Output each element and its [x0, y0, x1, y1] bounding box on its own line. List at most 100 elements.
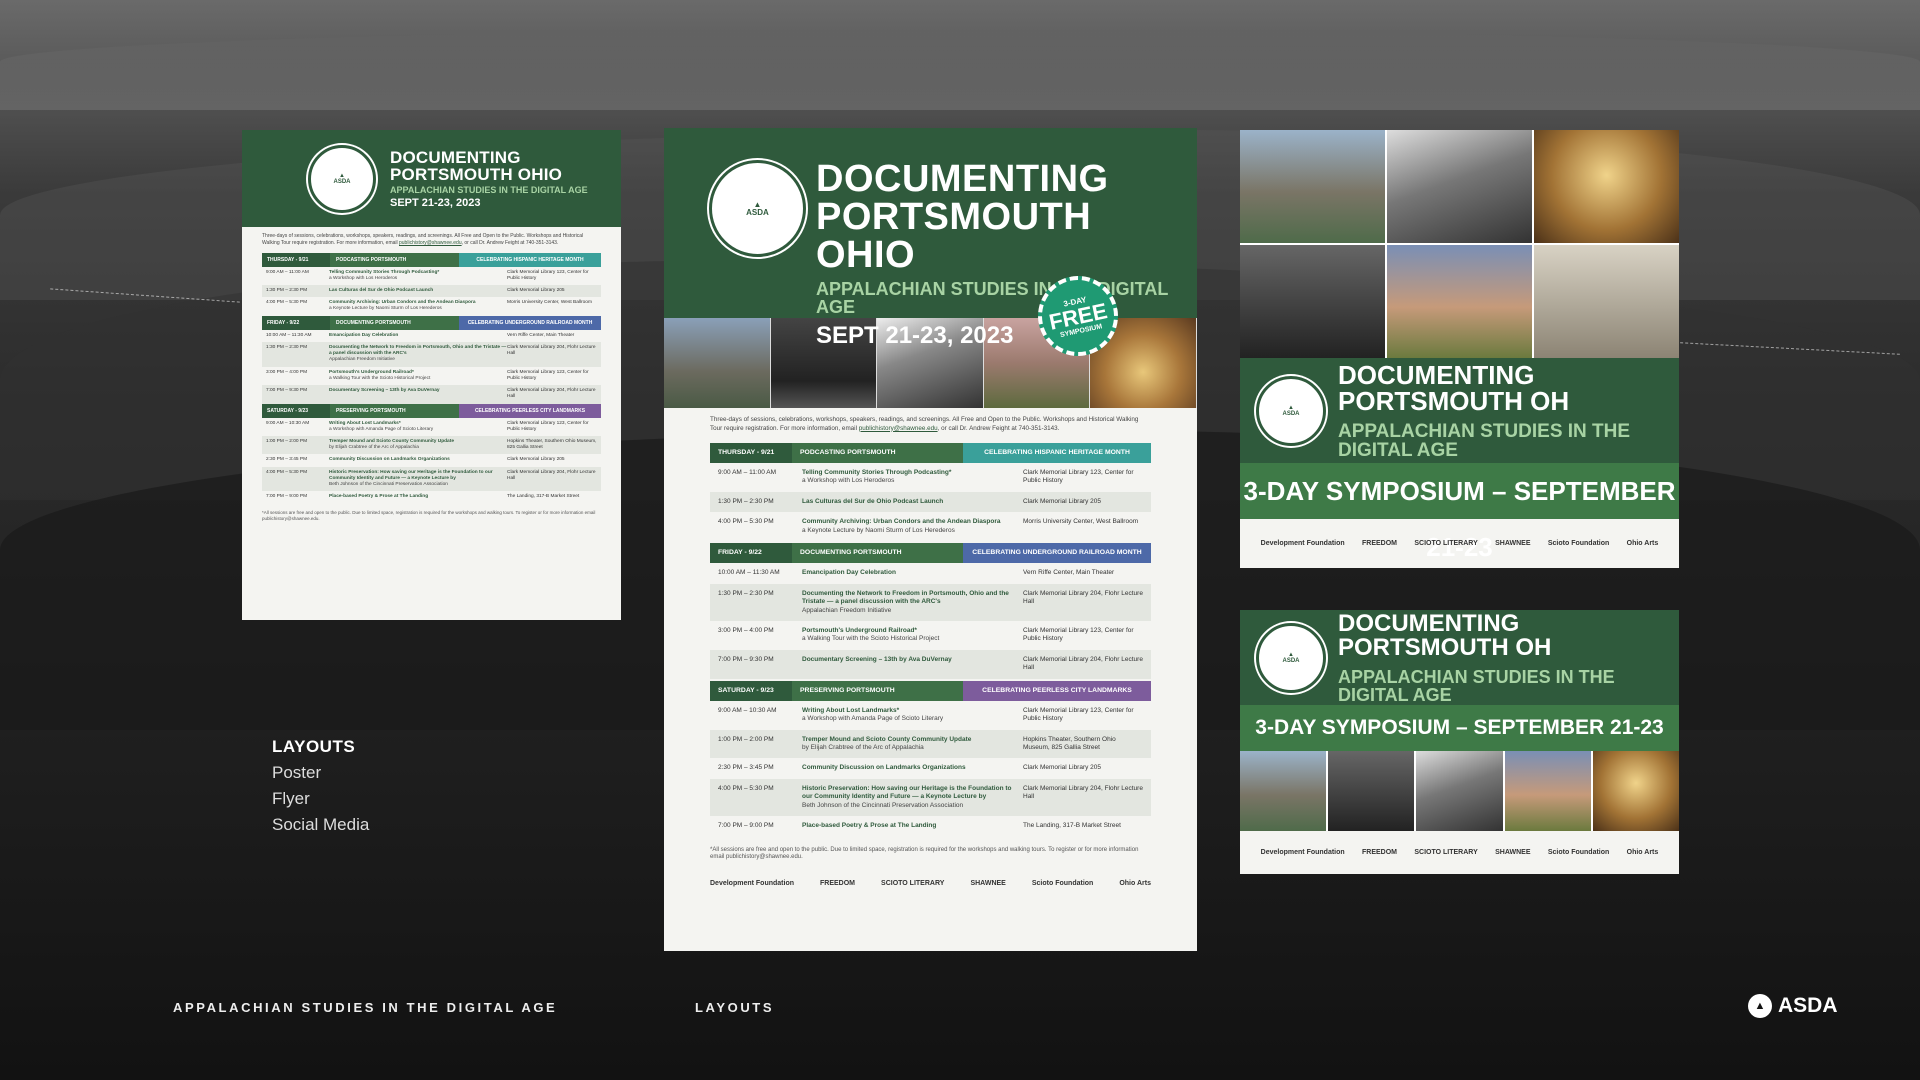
session-time: 9:00 AM – 11:00 AM: [718, 469, 777, 476]
session-time: 7:00 PM – 9:00 PM: [266, 494, 308, 500]
day-label: FRIDAY - 9/22: [710, 543, 792, 564]
session-location: Hopkins Theater, Southern Ohio Museum, 8…: [1023, 735, 1116, 751]
poster-dates: SEPT 21-23, 2023: [390, 196, 481, 209]
session-location: Clark Memorial Library 205: [1023, 497, 1102, 505]
session-row: 4:00 PM – 5:30 PM Historic Preservation: …: [710, 778, 1151, 817]
session-location: Morris University Center, West Ballroom: [507, 300, 592, 306]
photo-historic-group: [1328, 751, 1415, 831]
day-theme: PODCASTING PORTSMOUTH: [330, 252, 459, 267]
session-row: 1:30 PM – 2:30 PM Documenting the Network…: [262, 341, 601, 367]
session-title-block: Writing About Lost Landmarks* a Workshop …: [802, 707, 1023, 724]
session-title: Portsmouth's Underground Railroad*: [802, 626, 917, 634]
logo-freedom: FREEDOM: [1362, 540, 1398, 547]
session-location: Clark Memorial Library 204, Flohr Lectur…: [1023, 784, 1143, 801]
day-label: SATURDAY - 9/23: [262, 403, 330, 418]
day-label: THURSDAY - 9/21: [710, 443, 792, 463]
day-header-row: FRIDAY - 9/22 DOCUMENTING PORTSMOUTH CELEB…: [262, 315, 601, 330]
social-title: DOCUMENTING PORTSMOUTH OH: [1338, 609, 1552, 661]
session-time: 1:00 PM – 2:00 PM: [266, 439, 308, 445]
session-title-block: Documenting the Network to Freedom in Po…: [329, 345, 507, 364]
session-row: 9:00 AM – 11:00 AM Telling Community Stor…: [710, 463, 1151, 492]
session-row: 9:00 AM – 10:30 AM Writing About Lost Lan…: [262, 418, 601, 436]
logo-shawnee: SHAWNEE: [1495, 849, 1531, 856]
session-time: 4:00 PM – 5:30 PM: [266, 469, 308, 475]
flyer-dates: SEPT 21-23, 2023: [816, 322, 1014, 349]
session-title-block: Writing About Lost Landmarks* a Workshop …: [329, 421, 507, 433]
intro-email: publichistory@shawnee.edu: [858, 424, 938, 432]
logo-scioto-foundation: Scioto Foundation: [1547, 849, 1610, 856]
social-title: DOCUMENTING PORTSMOUTH OH: [1338, 359, 1570, 416]
session-time: 3:00 PM – 4:00 PM: [718, 626, 774, 634]
session-row: 9:00 AM – 10:30 AM Writing About Lost Lan…: [710, 701, 1151, 730]
session-row: 7:00 PM – 9:00 PM Place-based Poetry & Pr…: [710, 816, 1151, 836]
day-label: FRIDAY - 9/22: [262, 315, 330, 330]
logo-scioto-foundation: Scioto Foundation: [1547, 540, 1610, 547]
session-row: 1:00 PM – 2:00 PM Tremper Mound and Sciot…: [710, 729, 1151, 759]
photo-dome-ceiling: [1592, 751, 1680, 831]
day-header-row: SATURDAY - 9/23 PRESERVING PORTSMOUTH CELE…: [262, 403, 601, 418]
session-title: Community Discussion on Landmarks Organi…: [329, 457, 450, 463]
session-title-block: Emancipation Day Celebration: [802, 569, 1023, 577]
session-subtitle: Beth Johnson of the Cincinnati Preservat…: [329, 482, 448, 488]
session-subtitle: a Keynote Lecture by Naomi Sturm of Los …: [802, 526, 955, 534]
flyer-schedule: THURSDAY - 9/21 PODCASTING PORTSMOUTH CELE…: [664, 443, 1197, 837]
logo-development-foundation: Development Foundation: [1260, 849, 1345, 856]
session-row: 2:30 PM – 3:45 PM Community Discussion on…: [710, 758, 1151, 778]
logo-scioto-literary: SCIOTO LITERARY: [1414, 540, 1478, 547]
day-header-row: FRIDAY - 9/22 DOCUMENTING PORTSMOUTH CELEB…: [710, 543, 1151, 564]
session-time: 9:00 AM – 11:00 AM: [266, 269, 309, 275]
session-title: Emancipation Day Celebration: [329, 332, 399, 338]
session-subtitle: Appalachian Freedom Initiative: [802, 606, 892, 614]
layouts-panel: LAYOUTS Poster Flyer Social Media: [272, 737, 369, 841]
photo-aerial-city: [1240, 751, 1327, 831]
session-subtitle: a Workshop with Amanda Page of Scioto Li…: [329, 426, 434, 432]
session-row: 3:00 PM – 4:00 PM Portsmouth's Undergroun…: [262, 367, 601, 385]
brand-name: ASDA: [1778, 994, 1838, 1017]
logo-development-foundation: Development Foundation: [710, 880, 794, 888]
photo-aerial-city: [1240, 130, 1385, 243]
day-celebration: CELEBRATING UNDERGROUND RAILROAD MONTH: [459, 315, 601, 330]
session-title-block: Community Discussion on Landmarks Organi…: [802, 764, 1023, 772]
session-row: 2:30 PM – 3:45 PM Community Discussion on…: [262, 454, 601, 466]
session-time: 4:00 PM – 5:30 PM: [266, 300, 308, 306]
social-subtitle: APPALACHIAN STUDIES IN THE DIGITAL AGE: [1338, 666, 1615, 705]
poster-title-line1: DOCUMENTING: [390, 147, 521, 167]
session-location: Clark Memorial Library 204, Flohr Lectur…: [507, 388, 596, 400]
photo-historic-group: [1240, 245, 1385, 358]
session-title: Community Archiving: Urban Condors and t…: [802, 518, 1001, 526]
session-time: 1:30 PM – 2:30 PM: [718, 497, 774, 505]
session-title-block: Documenting the Network to Freedom in Po…: [802, 590, 1023, 615]
session-location: Clark Memorial Library 123, Center for P…: [507, 420, 589, 432]
session-title: Documentary Screening – 13th by Ava DuVe…: [329, 388, 440, 394]
session-location: Clark Memorial Library 123, Center for P…: [1023, 626, 1134, 643]
session-row: 4:00 PM – 5:30 PM Historic Preservation: …: [262, 466, 601, 492]
photo-bridge-rainbow: [1387, 245, 1532, 358]
symposium-banner: 3-DAY SYMPOSIUM – SEPTEMBER 21-23: [1240, 705, 1679, 751]
session-title: Documenting the Network to Freedom in Po…: [802, 589, 1009, 606]
session-title-block: Tremper Mound and Scioto County Communit…: [802, 736, 1023, 753]
session-title-block: Community Archiving: Urban Condors and t…: [329, 300, 507, 312]
day-celebration: CELEBRATING PEERLESS CITY LANDMARKS: [459, 403, 601, 418]
session-time: 9:00 AM – 10:30 AM: [718, 706, 777, 714]
logo-shawnee: SHAWNEE: [1495, 540, 1531, 547]
session-subtitle: Appalachian Freedom Initiative: [329, 357, 395, 363]
session-location: Morris University Center, West Ballroom: [1023, 518, 1139, 526]
layouts-item-flyer: Flyer: [272, 789, 310, 808]
session-title: Community Discussion on Landmarks Organi…: [802, 764, 966, 772]
session-title: Place-based Poetry & Prose at The Landin…: [802, 822, 937, 830]
session-subtitle: a Workshop with Los Heroderos: [802, 477, 895, 485]
session-title-block: Documentary Screening – 13th by Ava DuVe…: [329, 388, 507, 400]
social-media-post-large: ▲ ASDA DOCUMENTING PORTSMOUTH OH APPALACH…: [1240, 130, 1679, 568]
intro-email: publichistory@shawnee.edu: [399, 239, 462, 246]
session-time: 10:00 AM – 11:30 AM: [266, 332, 312, 338]
session-title: Historic Preservation: How saving our He…: [802, 784, 1012, 801]
photo-bridge-rainbow: [1504, 751, 1591, 831]
session-row: 7:00 PM – 9:00 PM Place-based Poetry & Pr…: [262, 491, 601, 503]
session-time: 1:30 PM – 2:30 PM: [266, 344, 308, 350]
session-location: The Landing, 317-B Market Street: [1023, 822, 1121, 830]
session-location: Clark Memorial Library 205: [507, 457, 565, 463]
session-title-block: Portsmouth's Underground Railroad* a Walk…: [802, 627, 1023, 644]
session-row: 1:00 PM – 2:00 PM Tremper Mound and Sciot…: [262, 436, 601, 455]
session-location: Hopkins Theater, Southern Ohio Museum, 8…: [507, 439, 597, 451]
flyer-header: ▲ ASDA DOCUMENTING PORTSMOUTH OHIO APPALA…: [664, 128, 1197, 348]
